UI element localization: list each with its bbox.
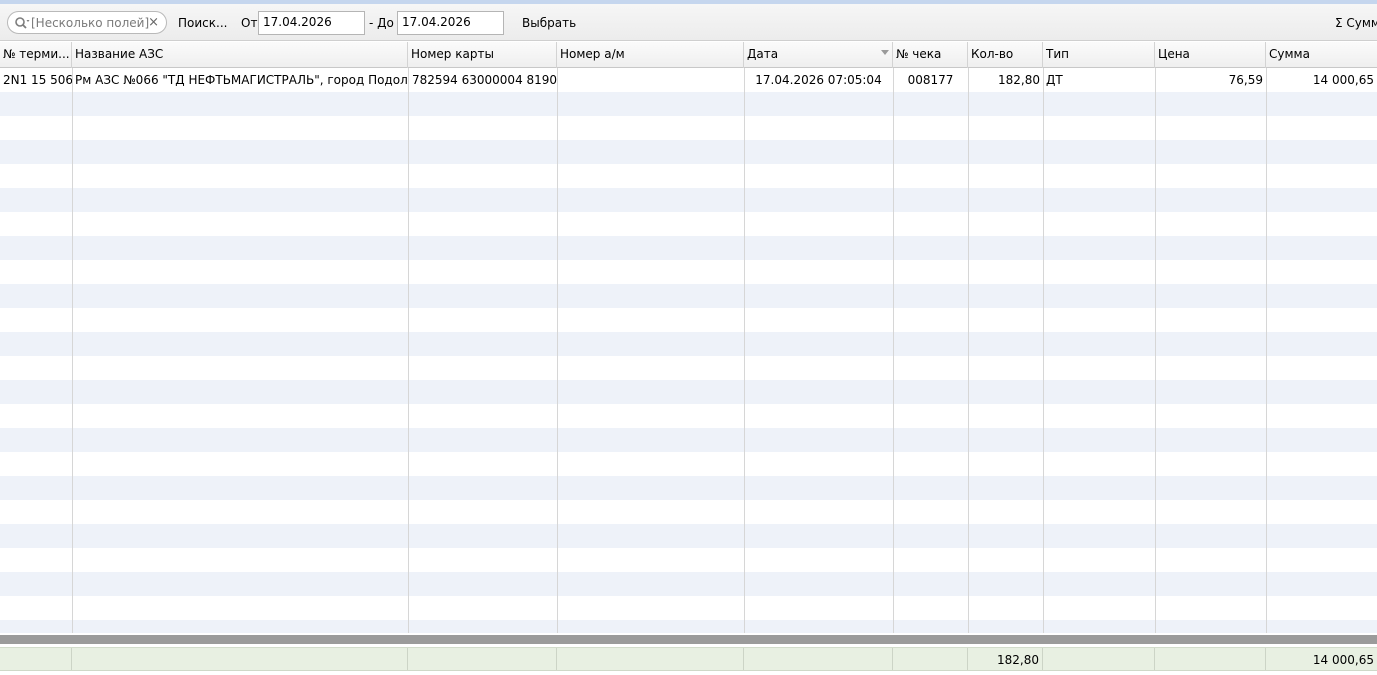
empty-table-row [0,500,1377,524]
empty-table-row [0,284,1377,308]
empty-table-row [0,548,1377,572]
column-header-label: Номер карты [411,47,494,61]
column-header-label: Тип [1046,47,1069,61]
empty-table-row [0,308,1377,332]
column-header-label: № чека [896,47,942,61]
empty-table-row [0,236,1377,260]
column-divider [72,68,73,633]
column-header-card-number[interactable]: Номер карты [408,42,557,68]
cell-type: ДТ [1046,73,1063,87]
empty-table-row [0,452,1377,476]
cell-card-number: 782594 63000004 81907 [412,73,557,87]
summary-cell [893,648,968,670]
column-divider [1266,68,1267,633]
cell-terminal: 2N1 15 506 [3,73,72,87]
empty-table-row [0,620,1377,633]
from-date-label: От [241,16,258,30]
column-header-label: Дата [747,47,779,61]
column-header-price[interactable]: Цена [1155,42,1266,68]
column-header-type[interactable]: Тип [1043,42,1155,68]
cell-price: 76,59 [1228,73,1263,87]
empty-table-row [0,212,1377,236]
grid-header: № терми... Название АЗС Номер карты Номе… [0,42,1377,68]
column-header-label: Название АЗС [75,47,164,61]
from-date-field[interactable]: 17.04.2026 [258,11,365,35]
column-divider [1155,68,1156,633]
cell-amount: 14 000,65 [1312,73,1374,87]
search-icon [15,17,30,29]
search-box[interactable]: × [7,11,167,34]
empty-table-row [0,356,1377,380]
grid-body: 2N1 15 506 Рм АЗС №066 "ТД НЕФТЬМАГИСТРА… [0,68,1377,633]
empty-table-row [0,404,1377,428]
cell-vehicle-number [557,68,744,92]
summary-separator [0,635,1377,644]
column-header-label: Сумма [1269,47,1310,61]
column-divider [893,68,894,633]
empty-table-row [0,428,1377,452]
column-header-vehicle-number[interactable]: Номер а/м [557,42,744,68]
empty-table-row [0,260,1377,284]
cell-azs-name: Рм АЗС №066 "ТД НЕФТЬМАГИСТРАЛЬ", город … [75,73,408,87]
empty-table-row [0,596,1377,620]
column-header-receipt[interactable]: № чека [893,42,968,68]
summary-cell [557,648,744,670]
summary-amount: 14 000,65 [1312,653,1374,667]
empty-table-row [0,476,1377,500]
to-date-label: - До [369,16,394,30]
column-header-label: Цена [1158,47,1190,61]
summary-cell [1043,648,1155,670]
sum-button[interactable]: Σ Сумм [1335,16,1377,30]
clear-search-icon[interactable]: × [148,14,159,31]
search-button[interactable]: Поиск... [178,16,227,30]
column-divider [1043,68,1044,633]
empty-table-row [0,164,1377,188]
summary-cell [0,648,72,670]
summary-cell [744,648,893,670]
column-header-label: Номер а/м [560,47,625,61]
cell-quantity: 182,80 [998,73,1040,87]
summary-quantity: 182,80 [968,648,1043,670]
empty-table-row [0,92,1377,116]
empty-table-row [0,572,1377,596]
empty-table-row [0,332,1377,356]
empty-table-row [0,380,1377,404]
empty-table-row [0,116,1377,140]
sort-descending-icon[interactable] [881,50,889,55]
column-header-quantity[interactable]: Кол-во [968,42,1043,68]
column-header-label: Кол-во [971,47,1014,61]
column-header-date[interactable]: Дата [744,42,893,68]
column-divider [744,68,745,633]
summary-cell [72,648,408,670]
column-divider [557,68,558,633]
cell-date: 17.04.2026 07:05:04 [755,73,882,87]
cell-receipt: 008177 [907,73,954,87]
summary-cell [1155,648,1266,670]
column-header-amount[interactable]: Сумма [1266,42,1377,68]
column-divider [968,68,969,633]
column-divider [408,68,409,633]
summary-row: 182,80 14 000,65 [0,647,1377,671]
to-date-field[interactable]: 17.04.2026 [397,11,504,35]
column-header-azs-name[interactable]: Название АЗС [72,42,408,68]
table-row[interactable]: 2N1 15 506 Рм АЗС №066 "ТД НЕФТЬМАГИСТРА… [0,68,1377,92]
empty-table-row [0,524,1377,548]
search-input[interactable] [31,14,149,31]
column-header-terminal[interactable]: № терми... [0,42,72,68]
empty-table-row [0,188,1377,212]
column-header-label: № терми... [3,47,70,61]
empty-table-row [0,140,1377,164]
toolbar: × Поиск... От 17.04.2026 - До 17.04.2026… [0,4,1377,41]
select-button[interactable]: Выбрать [522,16,576,30]
summary-cell [408,648,557,670]
